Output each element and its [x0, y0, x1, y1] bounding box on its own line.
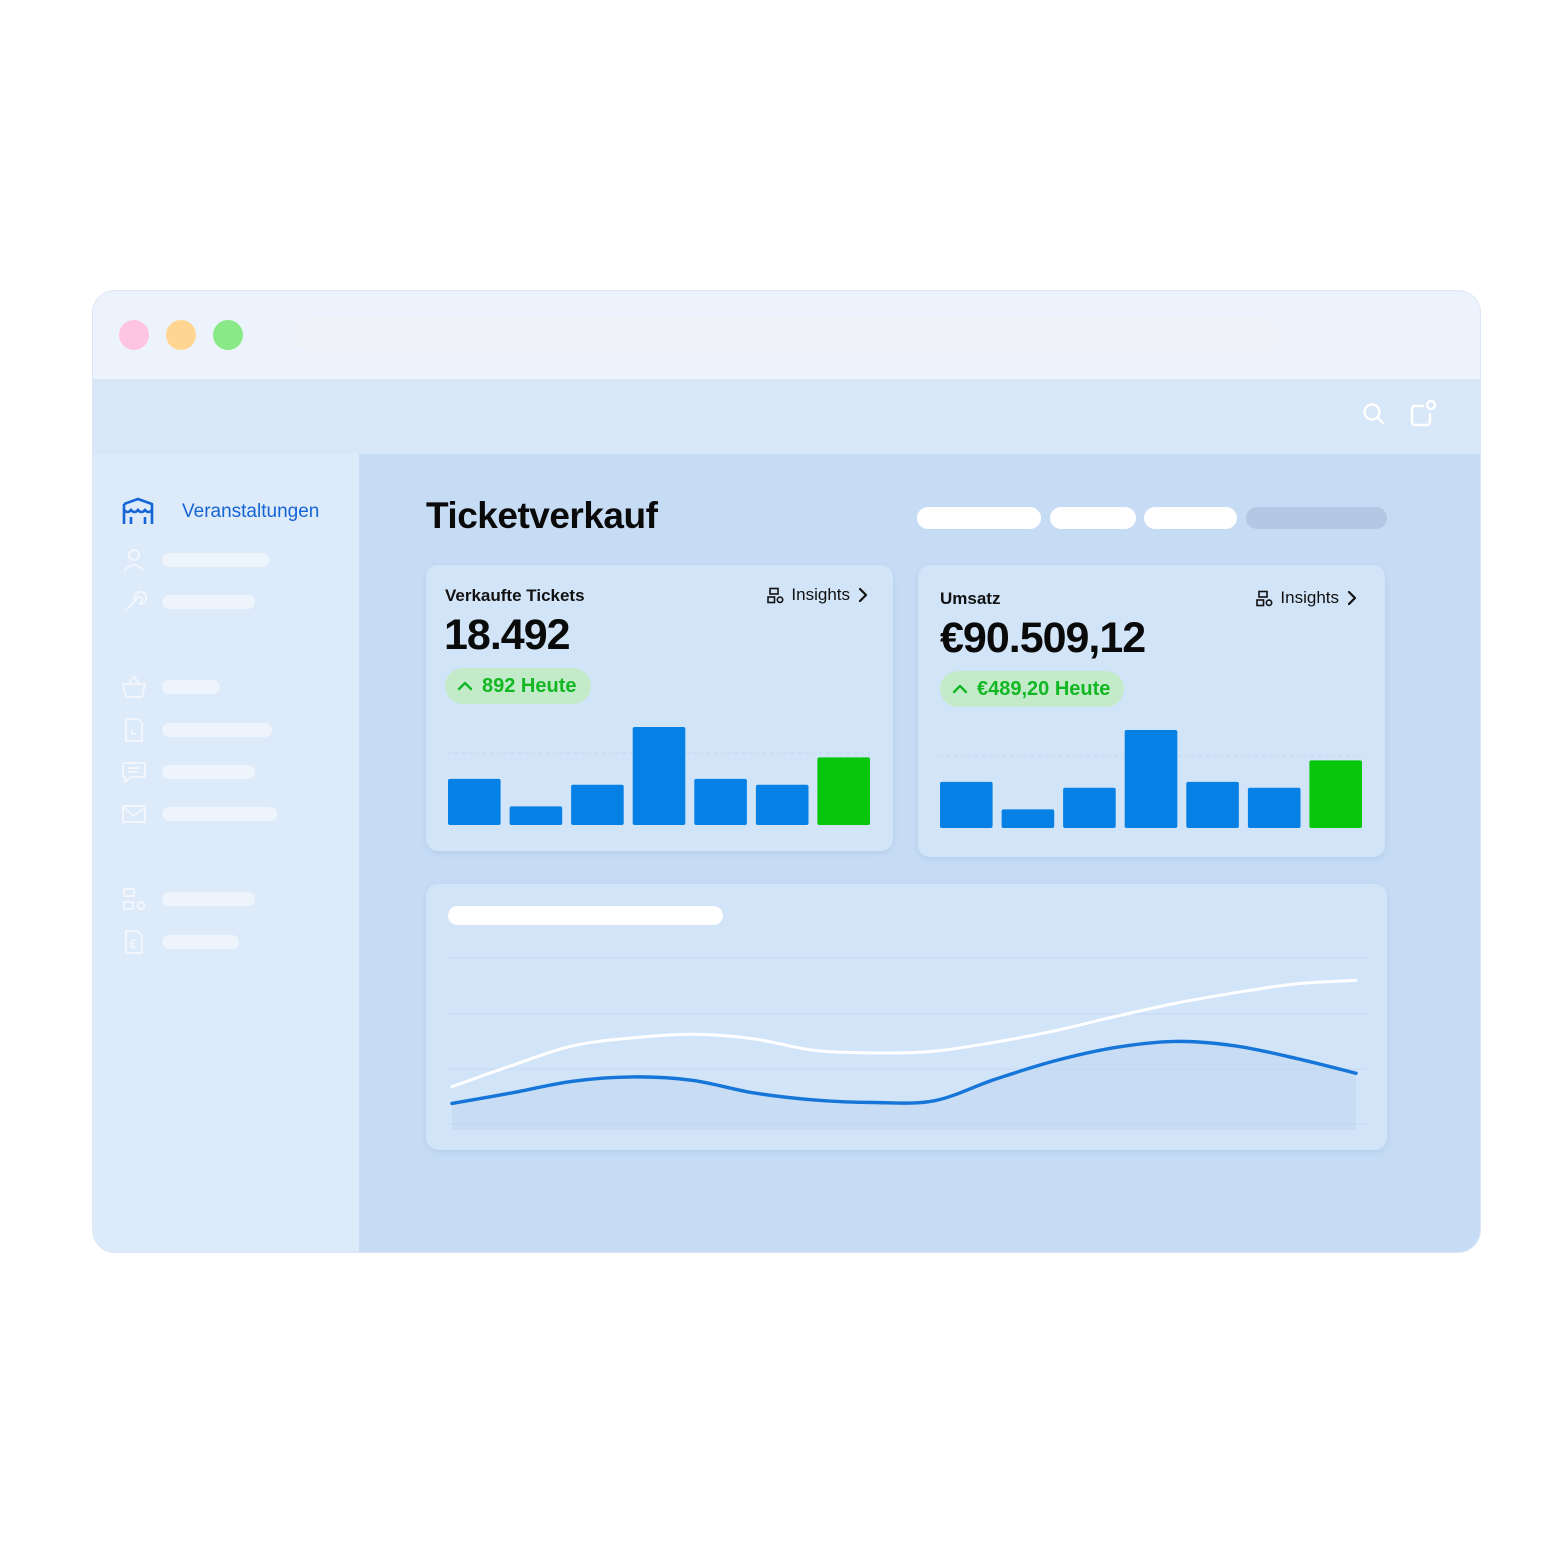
trend-line-chart — [448, 957, 1366, 1130]
notification-icon[interactable] — [1408, 398, 1438, 428]
sidebar-item-label: Veranstaltungen — [182, 501, 320, 522]
bar — [1124, 730, 1178, 828]
page-title: Ticketverkauf — [426, 495, 658, 536]
sidebar-placeholder — [162, 595, 255, 609]
sidebar-placeholder — [162, 807, 277, 821]
bar-today — [817, 757, 870, 825]
browser-titlebar — [93, 291, 1480, 379]
chat-icon — [122, 762, 146, 783]
bar — [1186, 781, 1239, 828]
user-icon — [123, 549, 145, 572]
bar — [571, 784, 624, 825]
sidebar-item-reports[interactable] — [121, 886, 255, 912]
filter-pill[interactable] — [1050, 507, 1136, 529]
sidebar-item-tools[interactable] — [121, 589, 255, 615]
sidebar-item-users[interactable] — [121, 547, 269, 573]
sidebar-item-shop[interactable] — [121, 674, 220, 700]
sidebar-placeholder — [162, 892, 255, 906]
trend-title-placeholder — [448, 906, 723, 925]
delta-badge: 892 Heute — [445, 668, 591, 704]
chevron-up-icon — [457, 681, 473, 691]
trend-card — [426, 884, 1387, 1150]
search-icon[interactable] — [1361, 401, 1387, 427]
area-fill — [452, 1041, 1356, 1130]
minimize-window-button[interactable] — [166, 320, 196, 350]
tickets-card: Verkaufte Tickets Insights 18.492 892 He… — [426, 565, 893, 851]
tickets-value: 18.492 — [444, 611, 571, 659]
maximize-window-button[interactable] — [213, 320, 243, 350]
insights-link[interactable]: Insights — [767, 585, 869, 605]
wrench-icon — [124, 591, 147, 612]
euro-document-icon — [125, 930, 143, 954]
sidebar-placeholder — [162, 935, 239, 949]
app-header — [93, 379, 1480, 454]
revenue-bar-chart — [940, 730, 1362, 828]
basket-icon — [122, 675, 146, 698]
bar — [940, 781, 993, 828]
bar — [509, 806, 563, 825]
card-title: Umsatz — [940, 589, 1001, 608]
bar — [1247, 787, 1301, 828]
close-window-button[interactable] — [119, 320, 149, 350]
address-bar[interactable] — [294, 318, 1279, 352]
filter-pill[interactable] — [917, 507, 1041, 529]
bar-today — [1309, 760, 1362, 828]
browser-window: Veranstaltungen Ticketverkauf Verkaufte … — [93, 291, 1480, 1252]
bar — [448, 778, 501, 825]
hierarchy-icon — [1256, 590, 1273, 606]
delta-badge: €489,20 Heute — [940, 671, 1125, 707]
hierarchy-icon — [767, 587, 784, 603]
bar — [1063, 787, 1116, 828]
sidebar-item-scan[interactable] — [121, 717, 272, 743]
insights-label: Insights — [1280, 588, 1339, 607]
delta-text: 892 Heute — [482, 674, 577, 697]
filter-pill-inactive[interactable] — [1246, 507, 1387, 529]
mail-icon — [122, 805, 146, 823]
revenue-card: Umsatz Insights €90.509,12 €489,20 Heute — [918, 565, 1385, 857]
tickets-bar-chart — [448, 727, 870, 825]
sidebar-item-veranstaltungen[interactable]: Veranstaltungen — [121, 497, 320, 525]
bar — [694, 778, 747, 825]
sidebar-item-invoices[interactable] — [121, 929, 239, 955]
event-tent-icon — [122, 497, 154, 524]
chevron-right-icon — [858, 587, 868, 603]
revenue-value: €90.509,12 — [940, 614, 1146, 662]
ticket-scan-icon — [125, 718, 143, 742]
insights-label: Insights — [791, 585, 850, 604]
sidebar-placeholder — [162, 765, 255, 779]
chevron-up-icon — [952, 684, 968, 694]
filter-pill[interactable] — [1144, 507, 1237, 529]
sidebar-placeholder — [162, 680, 220, 694]
sidebar-placeholder — [162, 723, 272, 737]
insights-link[interactable]: Insights — [1256, 588, 1358, 608]
sidebar-placeholder — [162, 553, 269, 567]
sidebar-item-messages[interactable] — [121, 759, 255, 785]
card-title: Verkaufte Tickets — [445, 586, 585, 605]
delta-text: €489,20 Heute — [977, 677, 1111, 700]
sidebar-item-mail[interactable] — [121, 801, 277, 827]
bar — [755, 784, 809, 825]
hierarchy-icon — [123, 888, 146, 910]
sidebar: Veranstaltungen — [93, 454, 359, 1252]
bar — [632, 727, 686, 825]
bar — [1001, 809, 1055, 828]
chevron-right-icon — [1347, 590, 1357, 606]
